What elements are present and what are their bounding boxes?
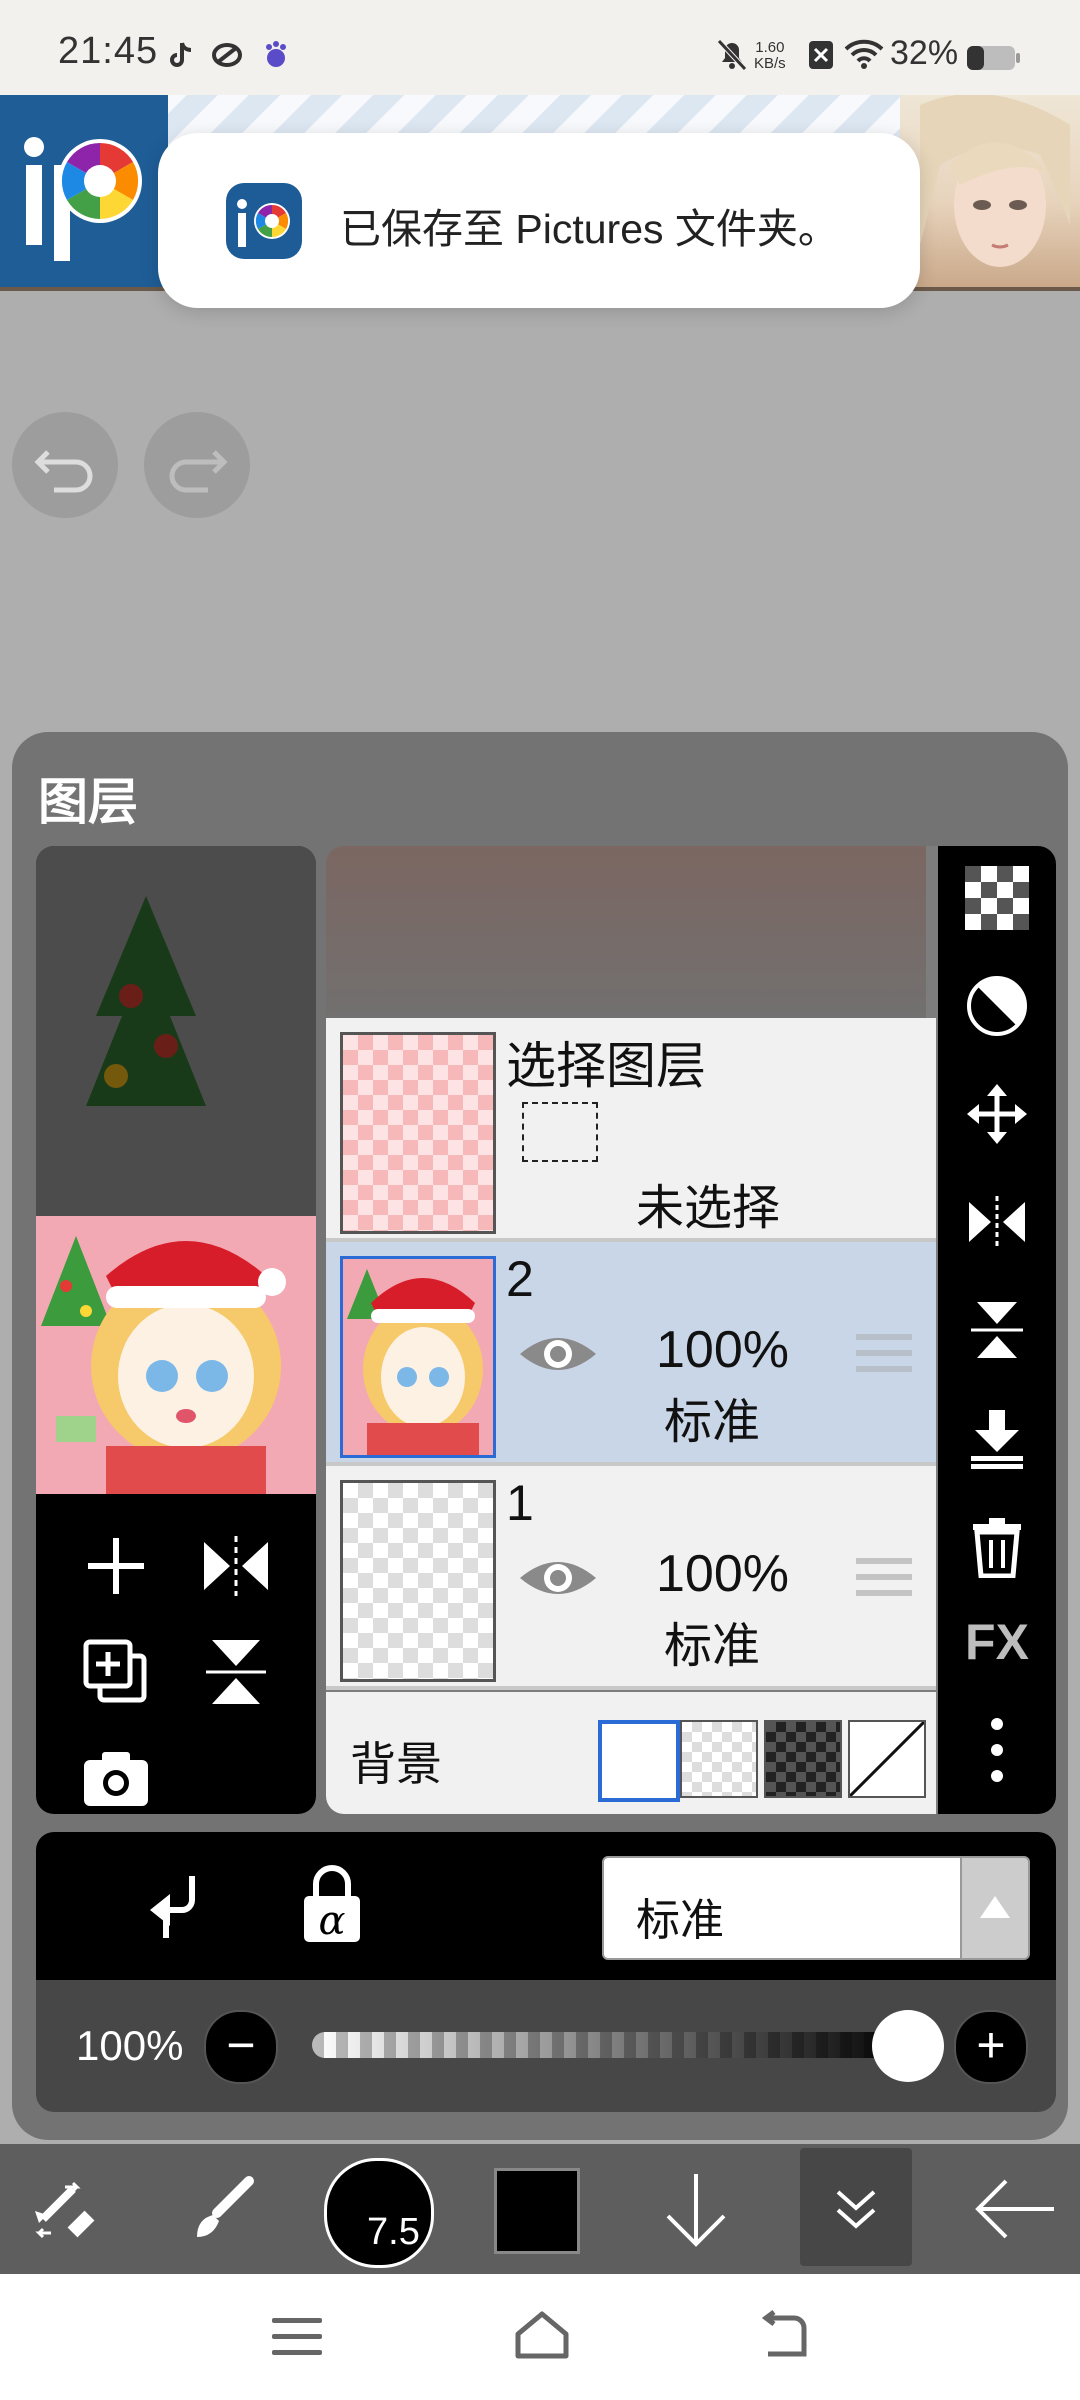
layer-preview-column: [36, 846, 316, 1814]
home-icon[interactable]: [512, 2308, 572, 2365]
ad-portrait-image: [900, 93, 1080, 287]
selection-layer-thumbnail: [340, 1032, 496, 1234]
layer-row-1[interactable]: 1 100% 标准: [326, 1466, 936, 1690]
add-layer-button[interactable]: [76, 1526, 156, 1606]
selection-layer-row[interactable]: 选择图层 未选择: [326, 1018, 936, 1242]
flip-vertical-button[interactable]: [196, 1632, 276, 1712]
background-row: 背景: [326, 1692, 936, 1814]
invert-mask-button[interactable]: [938, 956, 1056, 1056]
layers-panel-toggle[interactable]: [800, 2148, 912, 2266]
sim-blocked-icon: [808, 40, 834, 75]
redo-button[interactable]: [144, 412, 250, 518]
mute-icon: [716, 38, 748, 77]
clipping-button[interactable]: [136, 1866, 216, 1946]
opacity-slider-thumb[interactable]: [872, 2010, 944, 2082]
alpha-lock-icon[interactable]: α: [292, 1862, 372, 1948]
drag-handle-icon[interactable]: [856, 1554, 912, 1600]
layer-panel: 图层 选择图层 未选择 2 100% 标准 1 100% 标准 背景 FX α …: [12, 732, 1068, 2140]
wifi-icon: [844, 38, 884, 75]
layer-tools-strip: FX: [938, 846, 1056, 1814]
bottom-toolbar: 7.5: [0, 2144, 1080, 2274]
blend-mode-value: 标准: [636, 1896, 724, 1945]
brush-size-value: 7.5: [367, 2211, 420, 2253]
layer-2-blend-mode: 标准: [664, 1396, 761, 1449]
ibispaint-app-icon: [226, 183, 302, 259]
layer-2-thumbnail: [340, 1256, 496, 1458]
fx-label: FX: [965, 1614, 1029, 1670]
layer-1-name: 1: [506, 1475, 534, 1531]
layer-1-thumbnail: [340, 1480, 496, 1682]
visibility-eye-icon[interactable]: [516, 1326, 600, 1387]
drag-handle-icon[interactable]: [856, 1330, 912, 1376]
battery-percent: 32%: [890, 34, 959, 72]
flip-layer-vertical-button[interactable]: [938, 1280, 1056, 1380]
network-speed-unit: KB/s: [754, 55, 786, 72]
network-speed-value: 1.60: [755, 39, 785, 56]
move-tool-button[interactable]: [938, 1064, 1056, 1164]
undo-button[interactable]: [12, 412, 118, 518]
layer-2-name: 2: [506, 1251, 534, 1307]
saved-toast: 已保存至 Pictures 文件夹。: [158, 133, 920, 308]
visibility-eye-icon[interactable]: [516, 1550, 600, 1611]
more-options-icon[interactable]: [938, 1700, 1056, 1800]
back-arrow-button[interactable]: [960, 2144, 1070, 2274]
layer-1-opacity: 100%: [656, 1545, 789, 1603]
arrow-down-button[interactable]: [646, 2144, 746, 2274]
background-dark-checker-option[interactable]: [764, 1720, 842, 1798]
system-navigation-bar: [0, 2274, 1080, 2400]
background-light-checker-option[interactable]: [680, 1720, 758, 1798]
panel-title: 图层: [38, 774, 138, 830]
menu-icon[interactable]: [272, 2314, 322, 2363]
duplicate-layer-button[interactable]: [76, 1632, 156, 1712]
baidu-icon: [262, 40, 290, 75]
blend-mode-dropdown-arrow-icon[interactable]: [960, 1856, 1030, 1960]
toast-message: 已保存至 Pictures 文件夹。: [340, 206, 839, 252]
layer-2-opacity: 100%: [656, 1321, 789, 1379]
flip-layer-horizontal-button[interactable]: [938, 1172, 1056, 1272]
layer-opacity-bar: 100% − +: [36, 1980, 1056, 2112]
svg-text:α: α: [318, 1898, 345, 1944]
background-transparent-option[interactable]: [848, 1720, 926, 1798]
layer-list: 选择图层 未选择 2 100% 标准 1 100% 标准 背景 FX: [326, 846, 1056, 1814]
canvas-background-preview: [36, 846, 316, 1216]
network-speed: 1.60 KB/s: [754, 40, 786, 72]
opacity-slider-track[interactable]: [312, 2032, 912, 2058]
layer-1-blend-mode: 标准: [664, 1620, 761, 1673]
flip-horizontal-button[interactable]: [196, 1526, 276, 1606]
background-label: 背景: [350, 1738, 442, 1790]
canvas-peek: [326, 846, 926, 1018]
opacity-increase-button[interactable]: +: [954, 2010, 1028, 2084]
brush-tool-button[interactable]: [168, 2144, 278, 2274]
tiktok-icon: [168, 40, 196, 75]
transparency-checker-button[interactable]: [938, 848, 1056, 948]
camera-import-button[interactable]: [76, 1738, 156, 1814]
merge-down-button[interactable]: [938, 1388, 1056, 1488]
tool-selector-button[interactable]: [10, 2144, 120, 2274]
artwork-preview[interactable]: [36, 1216, 316, 1494]
background-white-option[interactable]: [598, 1720, 680, 1802]
layer-row-2[interactable]: 2 100% 标准: [326, 1242, 936, 1466]
selection-status: 未选择: [636, 1182, 781, 1235]
brush-size-button[interactable]: 7.5: [324, 2158, 434, 2268]
opacity-decrease-button[interactable]: −: [204, 2010, 278, 2084]
battery-icon: [966, 44, 1022, 77]
delete-layer-icon[interactable]: [938, 1496, 1056, 1596]
status-time: 21:45: [58, 30, 159, 72]
status-bar: 21:45 1.60 KB/s 32%: [0, 0, 1080, 95]
back-icon[interactable]: [754, 2310, 808, 2365]
blend-mode-select[interactable]: 标准: [602, 1856, 972, 1960]
fx-filter-button[interactable]: FX: [938, 1592, 1056, 1692]
blend-mode-bar: α 标准: [36, 1832, 1056, 1980]
opacity-value: 100%: [76, 2022, 184, 2069]
selection-layer-name: 选择图层: [506, 1038, 706, 1094]
color-swatch-button[interactable]: [494, 2168, 580, 2254]
ibispaint-logo-icon: [0, 95, 168, 287]
app-notification-icon: [212, 42, 242, 73]
selection-rect-icon: [522, 1102, 598, 1162]
